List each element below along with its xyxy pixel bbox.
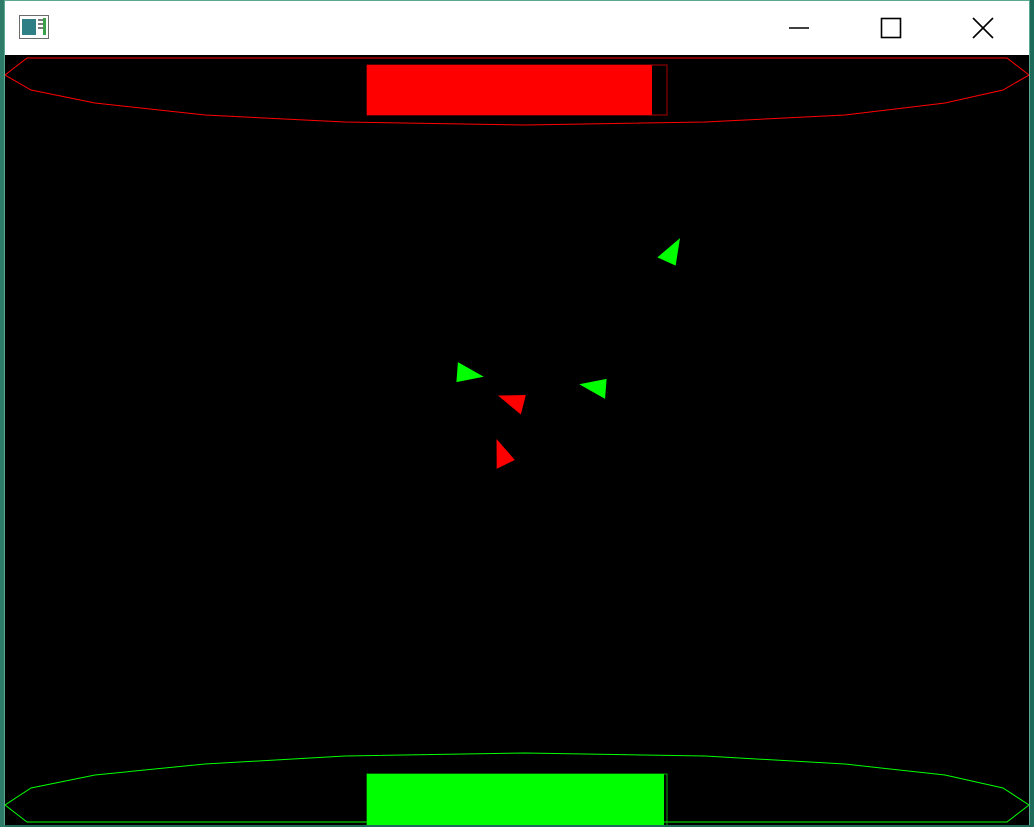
- enemy-ship: [496, 438, 515, 469]
- player-ship: [456, 362, 484, 383]
- maximize-button[interactable]: [845, 1, 937, 55]
- title-bar[interactable]: [5, 1, 1029, 55]
- maximize-icon: [880, 17, 902, 39]
- player-ship: [657, 238, 680, 266]
- ships-layer: [456, 238, 680, 469]
- player-health-bar-fill: [367, 774, 664, 825]
- close-icon: [972, 17, 994, 39]
- enemy-health-bar-fill: [367, 65, 652, 115]
- game-canvas[interactable]: [5, 55, 1029, 825]
- player-ship: [579, 378, 607, 399]
- enemy-ship: [497, 395, 526, 415]
- minimize-button[interactable]: [753, 1, 845, 55]
- game-window: [4, 0, 1030, 825]
- app-icon: [19, 15, 49, 39]
- close-button[interactable]: [937, 1, 1029, 55]
- playfield-svg: [5, 57, 1029, 825]
- minimize-icon: [789, 27, 809, 29]
